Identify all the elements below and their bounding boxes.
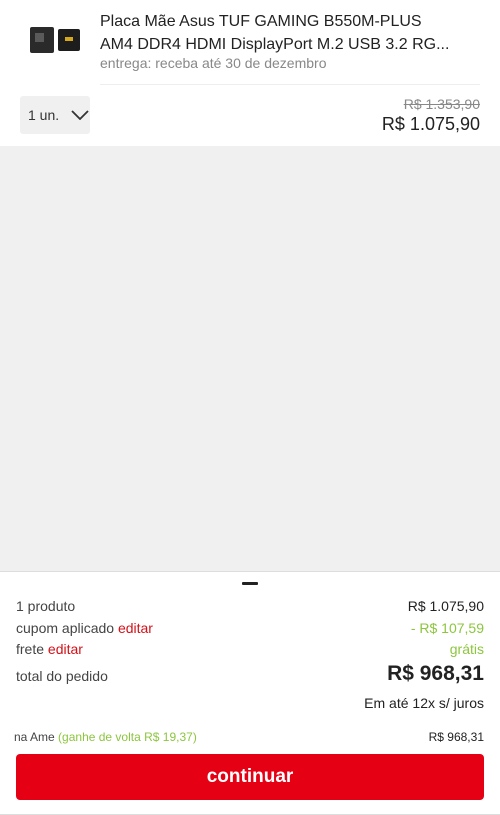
ame-label: na Ame bbox=[14, 730, 55, 744]
products-subtotal: R$ 1.075,90 bbox=[407, 598, 484, 614]
chevron-down-icon bbox=[71, 109, 89, 121]
cart-item: Placa Mãe Asus TUF GAMING B550M-PLUS AM4… bbox=[0, 0, 500, 146]
shipping-label: frete bbox=[16, 641, 45, 657]
delivery-estimate: entrega: receba até 30 de dezembro bbox=[100, 55, 327, 71]
total-value: R$ 968,31 bbox=[387, 662, 484, 685]
coupon-row: cupom aplicado editar - R$ 107,59 bbox=[16, 620, 484, 636]
product-box-image bbox=[58, 29, 80, 51]
product-title-line-2: AM4 DDR4 HDMI DisplayPort M.2 USB 3.2 RG… bbox=[100, 36, 450, 53]
product-thumbnail[interactable] bbox=[30, 24, 80, 56]
motherboard-image bbox=[30, 27, 54, 53]
sheet-drag-handle[interactable] bbox=[242, 582, 258, 585]
products-count-label: 1 produto bbox=[16, 598, 76, 614]
content-background bbox=[0, 146, 500, 571]
edit-coupon-link[interactable]: editar bbox=[118, 620, 153, 636]
total-label: total do pedido bbox=[16, 668, 108, 684]
ame-cashback: (ganhe de volta R$ 19,37) bbox=[58, 730, 197, 744]
installments-text: Em até 12x s/ juros bbox=[364, 695, 484, 711]
shipping-value: grátis bbox=[449, 641, 484, 657]
shipping-row: frete editar grátis bbox=[16, 641, 484, 657]
coupon-label-group: cupom aplicado editar bbox=[16, 620, 153, 636]
original-price: R$ 1.353,90 bbox=[403, 96, 480, 112]
current-price: R$ 1.075,90 bbox=[381, 114, 480, 134]
shipping-label-group: frete editar bbox=[16, 641, 83, 657]
quantity-select[interactable]: 1 un. bbox=[20, 96, 90, 134]
divider bbox=[100, 84, 480, 85]
ame-info: na Ame (ganhe de volta R$ 19,37) bbox=[14, 730, 197, 744]
order-summary-sheet: 1 produto R$ 1.075,90 cupom aplicado edi… bbox=[0, 571, 500, 815]
coupon-discount: - R$ 107,59 bbox=[410, 620, 484, 636]
edit-shipping-link[interactable]: editar bbox=[48, 641, 83, 657]
ame-value: R$ 968,31 bbox=[428, 730, 484, 744]
product-title-line-1: Placa Mãe Asus TUF GAMING B550M-PLUS bbox=[100, 13, 422, 30]
coupon-label: cupom aplicado bbox=[16, 620, 115, 636]
quantity-value: 1 un. bbox=[28, 107, 60, 123]
product-title[interactable]: Placa Mãe Asus TUF GAMING B550M-PLUS AM4… bbox=[100, 10, 480, 56]
continue-button[interactable]: continuar bbox=[16, 754, 484, 800]
products-row: 1 produto R$ 1.075,90 bbox=[16, 598, 484, 614]
